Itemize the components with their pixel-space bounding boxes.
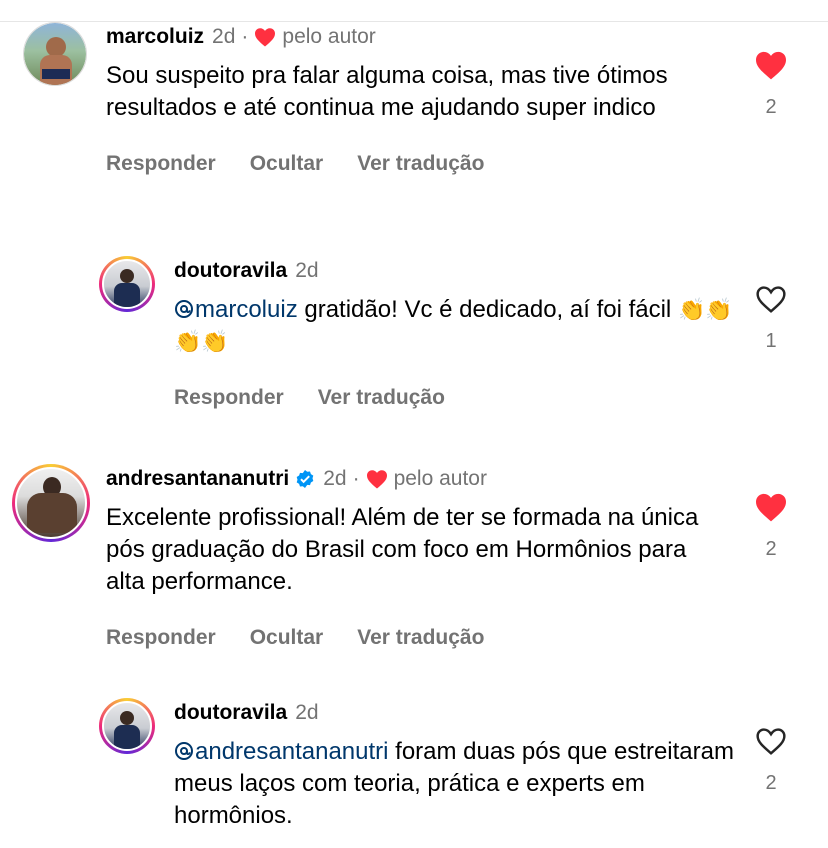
mention-username: andresantananutri — [195, 738, 389, 765]
avatar[interactable] — [99, 256, 155, 312]
separator-dot: · — [352, 467, 360, 490]
comment-text: andresantananutri foram duas pós que est… — [174, 736, 734, 832]
heart-outline-icon — [756, 728, 786, 755]
top-divider — [0, 21, 828, 22]
timestamp: 2d — [295, 259, 319, 282]
like-button[interactable]: 2 — [751, 726, 791, 795]
verified-badge-icon — [296, 470, 314, 488]
username[interactable]: doutoravila — [174, 700, 287, 726]
liked-by-author-label: pelo autor — [282, 25, 376, 48]
timestamp: 2d — [212, 25, 236, 48]
reply-button[interactable]: Responder — [174, 386, 284, 410]
timestamp: 2d — [323, 467, 347, 490]
liked-by-author-label: pelo autor — [393, 467, 487, 490]
avatar[interactable] — [99, 698, 155, 754]
avatar[interactable] — [12, 464, 90, 542]
username[interactable]: andresantananutri — [106, 466, 289, 492]
heart-outline-icon — [756, 286, 786, 313]
username[interactable]: marcoluiz — [106, 24, 204, 50]
like-count: 2 — [765, 538, 777, 560]
like-button[interactable]: 2 — [751, 50, 791, 119]
like-button[interactable]: 2 — [751, 492, 791, 561]
comment-text: marcoluiz gratidão! Vc é dedicado, aí fo… — [174, 294, 734, 358]
mention-link[interactable]: marcoluiz — [174, 296, 298, 323]
heart-filled-icon — [756, 493, 786, 522]
translate-button[interactable]: Ver tradução — [357, 626, 484, 650]
avatar[interactable] — [23, 22, 87, 86]
hide-button[interactable]: Ocultar — [250, 152, 324, 176]
translate-button[interactable]: Ver tradução — [318, 386, 445, 410]
comment-text: Excelente profissional! Além de ter se f… — [106, 504, 699, 595]
like-count: 2 — [765, 772, 777, 794]
mention-username: marcoluiz — [195, 296, 298, 323]
username[interactable]: doutoravila — [174, 258, 287, 284]
comment-text: Sou suspeito pra falar alguma coisa, mas… — [106, 62, 668, 121]
timestamp: 2d — [295, 701, 319, 724]
like-button[interactable]: 1 — [751, 284, 791, 353]
like-count: 1 — [765, 330, 777, 352]
heart-icon — [366, 470, 387, 489]
translate-button[interactable]: Ver tradução — [357, 152, 484, 176]
threads-icon — [175, 300, 193, 318]
separator-dot: · — [241, 25, 249, 48]
mention-link[interactable]: andresantananutri — [174, 738, 388, 765]
reply-button[interactable]: Responder — [106, 152, 216, 176]
reply-button[interactable]: Responder — [106, 626, 216, 650]
threads-icon — [175, 742, 193, 760]
hide-button[interactable]: Ocultar — [250, 626, 324, 650]
comment-text-body: gratidão! Vc é dedicado, aí foi fácil — [297, 296, 678, 323]
heart-filled-icon — [756, 51, 786, 80]
heart-icon — [255, 28, 276, 47]
like-count: 2 — [765, 96, 777, 118]
